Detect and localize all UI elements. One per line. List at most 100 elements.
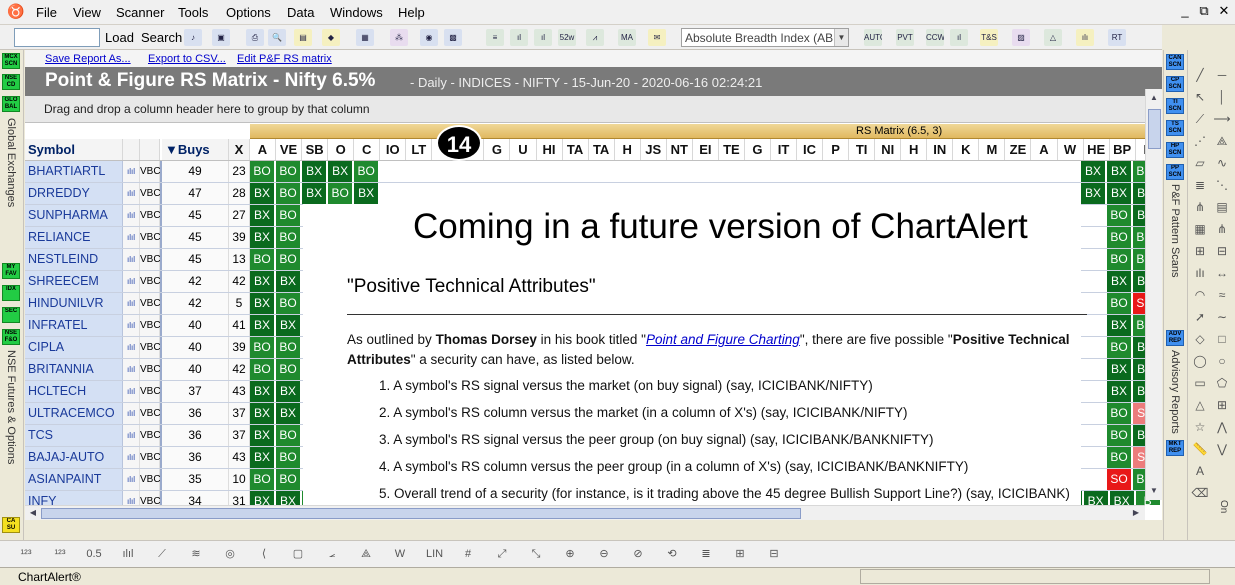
matrix-cell[interactable]: BO: [250, 469, 275, 490]
scroll-down-icon[interactable]: ▼: [1147, 484, 1161, 498]
symbol-cell[interactable]: BAJAJ-AUTO: [25, 447, 123, 468]
chart-icon[interactable]: ılıl: [123, 337, 140, 358]
sine-icon[interactable]: ∼: [1213, 308, 1231, 326]
mvpvt-icon[interactable]: PVT: [896, 29, 914, 46]
bars-icon[interactable]: ıl: [510, 29, 528, 46]
envelope-icon[interactable]: ✉: [648, 29, 666, 46]
search-button[interactable]: Search: [141, 30, 182, 45]
bottom-tool-icon[interactable]: ⤡: [528, 546, 544, 562]
vbc-icon[interactable]: VBC: [140, 425, 161, 446]
nse-futures-label[interactable]: NSE Futures & Options: [5, 350, 17, 464]
matrix-cell[interactable]: SO: [1107, 469, 1133, 490]
matrix-cell[interactable]: BX: [250, 315, 275, 336]
bottom-tool-icon[interactable]: ılıl: [120, 546, 136, 562]
matrix-cell[interactable]: BO: [328, 183, 354, 204]
bottom-tool-icon[interactable]: ◎: [222, 546, 238, 562]
matrix-cell[interactable]: BO: [276, 425, 302, 446]
column-header-matrix[interactable]: H: [615, 139, 641, 160]
matrix-cell[interactable]: BX: [1081, 161, 1106, 182]
chart-icon[interactable]: ılıl: [123, 359, 140, 380]
column-header-matrix[interactable]: G: [745, 139, 771, 160]
column-header-matrix[interactable]: EI: [693, 139, 719, 160]
my-fav-badge[interactable]: MY FAV: [2, 263, 20, 279]
advisory-reports-label[interactable]: Advisory Reports: [1169, 350, 1181, 434]
column-header-matrix[interactable]: SB: [302, 139, 329, 160]
chart-icon[interactable]: ılıl: [123, 227, 140, 248]
book-link[interactable]: Point and Figure Charting: [646, 332, 800, 347]
matrix-cell[interactable]: BO: [1107, 227, 1133, 248]
symbol-cell[interactable]: HINDUNILVR: [25, 293, 123, 314]
close-icon[interactable]: ✕: [1216, 3, 1232, 19]
network-icon[interactable]: ⁂: [390, 29, 408, 46]
column-header-matrix[interactable]: IO: [380, 139, 407, 160]
column-header-matrix[interactable]: BP: [1110, 139, 1136, 160]
triangle-tool-icon[interactable]: △: [1191, 396, 1209, 414]
matrix-cell[interactable]: BO: [276, 469, 302, 490]
vertical-scroll-thumb[interactable]: [1148, 109, 1161, 149]
rectangle-icon[interactable]: ▭: [1191, 374, 1209, 392]
auto-fibo-icon[interactable]: AUTO: [864, 29, 882, 46]
vbc-icon[interactable]: VBC: [140, 227, 161, 248]
column-header-matrix[interactable]: G: [484, 139, 511, 160]
candle-scan-badge[interactable]: CAN SCN: [1166, 54, 1184, 70]
pitchfork-icon[interactable]: ⋔: [1191, 198, 1209, 216]
column-header-matrix[interactable]: ZE: [1005, 139, 1032, 160]
matrix-cell[interactable]: BO: [354, 161, 380, 182]
on-label[interactable]: On: [1218, 500, 1229, 513]
zone-icon[interactable]: ▤: [1213, 198, 1231, 216]
column-header-matrix[interactable]: IT: [771, 139, 797, 160]
column-header-matrix[interactable]: VE: [276, 139, 303, 160]
table-row[interactable]: BHARTIARTLılılVBC4923BOBOBXBXBOBXBXBOB: [25, 161, 1162, 183]
menu-tools[interactable]: Tools: [178, 5, 208, 20]
arrow-tool-icon[interactable]: ➚: [1191, 308, 1209, 326]
zigzag-icon[interactable]: ⋀: [1213, 418, 1231, 436]
ts-icon[interactable]: T&S: [980, 29, 998, 46]
matrix-cell[interactable]: BX: [276, 271, 302, 292]
grid-icon[interactable]: ▩: [444, 29, 462, 46]
matrix-cell[interactable]: BO: [1107, 403, 1133, 424]
print-icon[interactable]: ⎙: [246, 29, 264, 46]
matrix-cell[interactable]: BO: [276, 183, 302, 204]
column-header-matrix[interactable]: NT: [667, 139, 693, 160]
vbc-icon[interactable]: VBC: [140, 359, 161, 380]
matrix-cell[interactable]: BX: [1109, 491, 1135, 505]
column-header-chart[interactable]: [123, 139, 140, 160]
column-header-matrix[interactable]: JS: [641, 139, 667, 160]
chart-icon[interactable]: ılıl: [123, 161, 140, 182]
matrix-cell[interactable]: BX: [328, 161, 354, 182]
matrix-cell[interactable]: BX: [250, 205, 275, 226]
matrix-cell[interactable]: BO: [1107, 249, 1133, 270]
measure-icon[interactable]: ↔: [1213, 264, 1231, 282]
matrix-cell[interactable]: BX: [1107, 161, 1133, 182]
ruler-icon[interactable]: 📏: [1191, 440, 1209, 458]
chart-icon[interactable]: ılıl: [123, 271, 140, 292]
indicator-select[interactable]: Absolute Breadth Index (ABI ▼: [681, 28, 849, 47]
chart-icon[interactable]: ılıl: [123, 205, 140, 226]
symbol-cell[interactable]: TCS: [25, 425, 123, 446]
menu-windows[interactable]: Windows: [330, 5, 383, 20]
matrix-cell[interactable]: BX: [1107, 315, 1133, 336]
lines-icon[interactable]: ≡: [486, 29, 504, 46]
export-csv-link[interactable]: Export to CSV...: [148, 53, 226, 65]
chart-icon[interactable]: ılıl: [123, 293, 140, 314]
matrix-cell[interactable]: BO: [276, 447, 302, 468]
column-header-matrix[interactable]: LT: [406, 139, 433, 160]
gann-icon[interactable]: ⟁: [1213, 132, 1231, 150]
chart-icon[interactable]: ılıl: [123, 469, 140, 490]
mcx-scan-badge[interactable]: MCX SCN: [2, 53, 20, 69]
vbc-icon[interactable]: VBC: [140, 293, 161, 314]
column-header-matrix[interactable]: TE: [719, 139, 745, 160]
column-header-matrix[interactable]: TI: [849, 139, 876, 160]
matrix-cell[interactable]: BX: [276, 403, 302, 424]
bottom-tool-icon[interactable]: W: [392, 546, 408, 562]
bottom-tool-icon[interactable]: ⟁: [358, 546, 374, 562]
horizontal-scroll-thumb[interactable]: [41, 508, 801, 519]
symbol-cell[interactable]: BRITANNIA: [25, 359, 123, 380]
column-header-buys[interactable]: ▼Buys: [162, 139, 229, 160]
symbol-cell[interactable]: ASIANPAINT: [25, 469, 123, 490]
fib-icon[interactable]: ≣: [1191, 176, 1209, 194]
triangle-icon[interactable]: △: [1044, 29, 1062, 46]
cross-icon[interactable]: ⊞: [1191, 242, 1209, 260]
matrix-cell[interactable]: BX: [250, 381, 275, 402]
circle-icon[interactable]: ○: [1213, 352, 1231, 370]
